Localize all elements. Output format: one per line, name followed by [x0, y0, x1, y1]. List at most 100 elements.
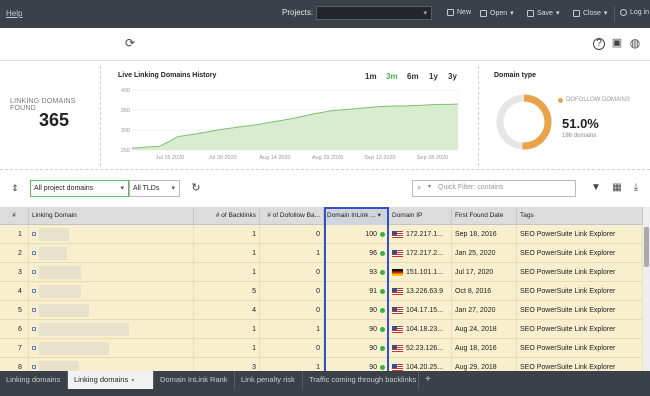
open-button[interactable]: Open ▾: [480, 9, 514, 17]
redacted-domain: [39, 361, 79, 371]
rank-value: 90: [369, 307, 377, 314]
x-tick-label: Aug 14 2020: [259, 155, 290, 161]
status-dot-icon: [380, 364, 385, 370]
cell-linking-domain: [29, 301, 194, 320]
col-header-dofollow[interactable]: # of Dofollow Ba...: [260, 207, 324, 225]
range-1m[interactable]: 1m: [365, 72, 377, 81]
table-row[interactable]: 7 1 0 90 52.23.126... Aug 18, 2016 SEO PowerSu…: [0, 339, 643, 358]
cell-index: 5: [0, 301, 29, 320]
tab-traffic-through-backlinks[interactable]: Traffic coming through backlinks: [303, 371, 419, 389]
col-header-linking-domain[interactable]: Linking Domain: [29, 207, 194, 225]
help-menu[interactable]: Help: [6, 9, 22, 18]
table-row[interactable]: 6 1 1 90 104.18.23... Aug 24, 2018 SEO PowerSu…: [0, 320, 643, 339]
col-header-index[interactable]: #: [0, 207, 29, 225]
table-row[interactable]: 3 1 0 93 151.101.1... Jul 17, 2020 SEO PowerSu…: [0, 263, 643, 282]
vertical-scrollbar[interactable]: [643, 207, 650, 371]
cell-dofollow: 1: [260, 320, 324, 339]
globe-icon[interactable]: ◍: [629, 37, 641, 49]
cell-dofollow: 0: [260, 339, 324, 358]
cell-first-found: Aug 18, 2016: [452, 339, 517, 358]
projects-select[interactable]: ▾: [316, 6, 432, 20]
cell-backlinks: 1: [194, 339, 260, 358]
cell-backlinks: 1: [194, 225, 260, 244]
help-circle-icon[interactable]: ?: [593, 38, 605, 50]
filter-icon[interactable]: ▼: [590, 182, 602, 194]
y-tick-label: 350: [121, 108, 130, 114]
cell-linking-domain: [29, 225, 194, 244]
col-header-domain-inlink-rank[interactable]: Domain InLink ... ▾: [324, 207, 389, 225]
projects-label: Projects:: [282, 8, 314, 17]
range-3m[interactable]: 3m: [386, 72, 398, 81]
add-tab-button[interactable]: +: [419, 371, 437, 389]
cell-domain-ip: 151.101.1...: [389, 263, 452, 282]
user-icon: [620, 9, 627, 16]
login-button[interactable]: Log in: [620, 9, 649, 16]
save-button-label: Save: [537, 9, 553, 17]
column-layout-icon[interactable]: ▦: [611, 182, 623, 194]
new-button-label: New: [457, 9, 472, 16]
lock-icon: [32, 289, 36, 294]
donut-legend: DOFOLLOW DOMAINS: [558, 97, 630, 103]
tab-linking-domains-1[interactable]: Linking domains: [0, 371, 68, 389]
lock-icon: [32, 346, 36, 351]
refresh-icon[interactable]: ⟳: [124, 37, 136, 49]
cell-tags: SEO PowerSuite Link Explorer: [517, 282, 643, 301]
lock-icon: [32, 232, 36, 237]
status-dot-icon: [380, 307, 385, 313]
cell-domain-inlink-rank: 90: [324, 320, 389, 339]
cell-index: 1: [0, 225, 29, 244]
quick-filter-input[interactable]: ⌕ ▾ Quick Filter: contains: [412, 180, 576, 197]
range-1y[interactable]: 1y: [429, 72, 438, 81]
status-dot-icon: [380, 288, 385, 294]
close-project-icon: [573, 9, 580, 17]
cell-index: 2: [0, 244, 29, 263]
rank-value: 90: [369, 345, 377, 352]
cell-dofollow: 0: [260, 301, 324, 320]
close-button-label: Close: [583, 9, 601, 17]
legend-swatch: [558, 97, 563, 103]
table-row[interactable]: 5 4 0 90 104.17.15... Jan 27, 2020 SEO PowerSu…: [0, 301, 643, 320]
rank-value: 91: [369, 288, 377, 295]
scrollbar-thumb[interactable]: [644, 227, 649, 267]
tab-domain-inlink-rank[interactable]: Domain InLink Rank: [154, 371, 235, 389]
lock-icon: [32, 251, 36, 256]
range-6m[interactable]: 6m: [407, 72, 419, 81]
cell-domain-inlink-rank: 90: [324, 358, 389, 371]
reload-icon[interactable]: ↻: [190, 182, 202, 194]
history-chart-title: Live Linking Domains History: [118, 72, 217, 79]
cell-tags: SEO PowerSuite Link Explorer: [517, 320, 643, 339]
chevron-down-icon: ▾: [131, 378, 135, 384]
rank-value: 90: [369, 364, 377, 371]
cell-tags: SEO PowerSuite Link Explorer: [517, 358, 643, 371]
calendar-settings-icon[interactable]: ▣: [611, 37, 623, 49]
table-row[interactable]: 8 3 1 90 104.20.25... Aug 29, 2018 SEO PowerSu…: [0, 358, 643, 371]
tld-select[interactable]: All TLDs ▾: [129, 180, 180, 197]
table-row[interactable]: 2 1 1 96 172.217.2... Jan 25, 2020 SEO PowerSu…: [0, 244, 643, 263]
y-tick-label: 400: [121, 88, 130, 94]
new-button[interactable]: New: [447, 9, 471, 16]
table-row[interactable]: 4 5 0 91 13.226.63.9 Oct 8, 2016 SEO PowerSuit…: [0, 282, 643, 301]
dofollow-domain-count: 186 domains: [562, 133, 597, 139]
tab-link-penalty-risk[interactable]: Link penalty risk: [235, 371, 303, 389]
close-button[interactable]: Close ▾: [573, 9, 607, 17]
expand-collapse-icon[interactable]: ⇕: [9, 182, 21, 194]
cell-index: 4: [0, 282, 29, 301]
scope-select-value: All project domains: [34, 185, 94, 192]
chevron-down-icon: ▾: [428, 184, 432, 190]
download-icon[interactable]: ⤓: [630, 182, 642, 194]
col-header-tags[interactable]: Tags: [517, 207, 643, 225]
range-3y[interactable]: 3y: [448, 72, 457, 81]
cell-domain-ip: 104.20.25...: [389, 358, 452, 371]
tab-linking-domains-2[interactable]: Linking domains ▾: [68, 371, 154, 389]
cell-backlinks: 1: [194, 244, 260, 263]
save-button[interactable]: Save ▾: [527, 9, 559, 17]
col-header-backlinks[interactable]: # of Backlinks: [194, 207, 260, 225]
lock-icon: [32, 270, 36, 275]
col-header-first-found[interactable]: First Found Date: [452, 207, 517, 225]
col-header-domain-ip[interactable]: Domain IP: [389, 207, 452, 225]
table-row[interactable]: 1 1 0 100 172.217.1... Sep 18, 2016 SEO PowerS…: [0, 225, 643, 244]
ip-value: 104.20.25...: [406, 364, 443, 371]
bottom-tab-bar: Linking domains Linking domains ▾ Domain …: [0, 371, 650, 396]
area-fill: [132, 104, 458, 150]
scope-select[interactable]: All project domains ▾: [30, 180, 129, 197]
